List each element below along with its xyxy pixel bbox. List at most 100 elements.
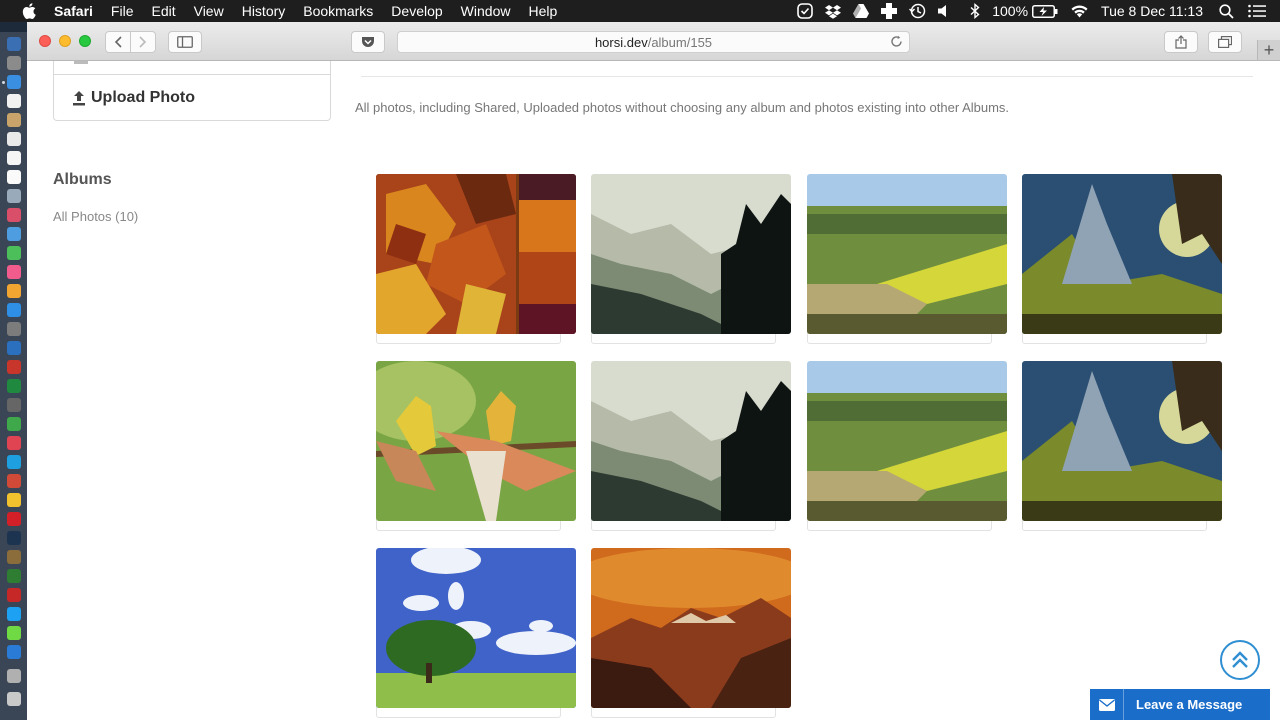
- menu-bookmarks[interactable]: Bookmarks: [303, 3, 373, 19]
- upload-photo-label: Upload Photo: [91, 89, 195, 106]
- launchpad-icon[interactable]: [7, 56, 21, 70]
- leave-message-widget[interactable]: Leave a Message: [1090, 689, 1270, 720]
- pocket-icon[interactable]: [7, 436, 21, 450]
- photo-thumbnail[interactable]: [591, 174, 791, 334]
- envelope-icon: [1090, 689, 1124, 720]
- sidebar-actions-panel: Upload Photo: [53, 61, 331, 121]
- spotlight-search-icon[interactable]: [1219, 3, 1234, 19]
- messages-icon[interactable]: [7, 227, 21, 241]
- album-description: All photos, including Shared, Uploaded p…: [355, 100, 1010, 115]
- close-window-button[interactable]: [39, 35, 51, 47]
- check-icon[interactable]: [797, 3, 814, 19]
- photo-thumbnail[interactable]: [807, 361, 1007, 521]
- photo-thumbnail[interactable]: [376, 174, 576, 334]
- photo-thumbnail[interactable]: [376, 361, 576, 521]
- divider: [54, 74, 330, 75]
- scroll-to-top-button[interactable]: [1220, 640, 1260, 680]
- forward-button[interactable]: [130, 31, 156, 53]
- double-chevron-up-icon: [1232, 651, 1248, 668]
- share-button[interactable]: [1164, 31, 1198, 53]
- photoshop-icon[interactable]: [7, 531, 21, 545]
- all-photos-link[interactable]: All Photos (10): [53, 209, 138, 224]
- skype-icon[interactable]: [7, 455, 21, 469]
- textedit-icon[interactable]: [7, 170, 21, 184]
- photo-thumbnail[interactable]: [591, 548, 791, 708]
- menu-window[interactable]: Window: [461, 3, 511, 19]
- battery-icon[interactable]: [1032, 4, 1058, 18]
- url-host: horsi.dev: [594, 34, 648, 50]
- notes-icon[interactable]: [7, 132, 21, 146]
- safari-icon[interactable]: [7, 75, 21, 89]
- utility-icon[interactable]: [7, 398, 21, 412]
- word-icon[interactable]: [7, 341, 21, 355]
- photo-thumbnail[interactable]: [591, 361, 791, 521]
- pocket-icon: [362, 37, 374, 47]
- downloads-icon[interactable]: [7, 669, 21, 683]
- back-button[interactable]: [105, 31, 131, 53]
- time-machine-icon[interactable]: [909, 3, 926, 19]
- facetime-icon[interactable]: [7, 246, 21, 260]
- utorrent-icon[interactable]: [7, 417, 21, 431]
- apple-menu-icon[interactable]: [22, 3, 36, 19]
- photo-thumbnail[interactable]: [376, 548, 576, 708]
- photo-thumbnail[interactable]: [807, 174, 1007, 334]
- notification-center-icon[interactable]: [1248, 4, 1266, 18]
- wifi-icon[interactable]: [1070, 4, 1089, 18]
- app-icon[interactable]: [7, 474, 21, 488]
- powerpoint-icon[interactable]: [7, 360, 21, 374]
- zoom-window-button[interactable]: [79, 35, 91, 47]
- share-icon: [1175, 35, 1187, 49]
- upload-photo-link[interactable]: Upload Photo: [72, 89, 195, 107]
- new-tab-button[interactable]: +: [1257, 40, 1280, 60]
- menu-edit[interactable]: Edit: [151, 3, 175, 19]
- photo-thumbnail[interactable]: [1022, 174, 1222, 334]
- plus-icon: +: [1263, 39, 1275, 60]
- menu-history[interactable]: History: [242, 3, 286, 19]
- excel-icon[interactable]: [7, 379, 21, 393]
- filezilla-icon[interactable]: [7, 588, 21, 602]
- opera-icon[interactable]: [7, 512, 21, 526]
- calendar-icon[interactable]: [7, 94, 21, 108]
- show-tabs-button[interactable]: [1208, 31, 1242, 53]
- ibooks-icon[interactable]: [7, 284, 21, 298]
- contacts-icon[interactable]: [7, 113, 21, 127]
- menu-develop[interactable]: Develop: [391, 3, 442, 19]
- git-icon[interactable]: [7, 569, 21, 583]
- finder-icon[interactable]: [7, 37, 21, 51]
- twitter-icon[interactable]: [7, 607, 21, 621]
- divider: [361, 76, 1253, 77]
- sidebar-icon: [177, 36, 193, 48]
- app-store-icon[interactable]: [7, 303, 21, 317]
- menu-app-safari[interactable]: Safari: [54, 3, 93, 19]
- clock[interactable]: Tue 8 Dec 11:13: [1101, 3, 1203, 19]
- photo-thumbnail[interactable]: [1022, 361, 1222, 521]
- address-bar[interactable]: horsi.dev/album/155: [397, 31, 910, 53]
- reminders-icon[interactable]: [7, 151, 21, 165]
- volume-icon[interactable]: [938, 4, 950, 18]
- reload-icon[interactable]: [890, 35, 903, 51]
- sidebar-toggle-button[interactable]: [168, 31, 202, 53]
- menu-help[interactable]: Help: [528, 3, 557, 19]
- upwork-icon[interactable]: [7, 626, 21, 640]
- sketch-icon[interactable]: [7, 550, 21, 564]
- photos-icon[interactable]: [7, 208, 21, 222]
- preview-icon[interactable]: [7, 189, 21, 203]
- partial-icon: [74, 61, 88, 64]
- dropbox-icon[interactable]: [825, 4, 842, 19]
- itunes-icon[interactable]: [7, 265, 21, 279]
- bluetooth-icon[interactable]: [970, 3, 980, 19]
- chevron-right-icon: [139, 36, 147, 48]
- browser-window: horsi.dev/album/155 + Upload Photo Album…: [27, 22, 1280, 720]
- menu-file[interactable]: File: [111, 3, 134, 19]
- system-preferences-icon[interactable]: [7, 322, 21, 336]
- page-content: Upload Photo Albums All Photos (10) All …: [27, 61, 1280, 720]
- chrome-icon[interactable]: [7, 493, 21, 507]
- plus-cross-icon[interactable]: [881, 3, 898, 19]
- tabs-icon: [1218, 36, 1232, 48]
- minimize-window-button[interactable]: [59, 35, 71, 47]
- google-drive-icon[interactable]: [853, 4, 870, 18]
- pocket-button[interactable]: [351, 31, 385, 53]
- menu-view[interactable]: View: [194, 3, 224, 19]
- teamviewer-icon[interactable]: [7, 645, 21, 659]
- trash-icon[interactable]: [7, 692, 21, 706]
